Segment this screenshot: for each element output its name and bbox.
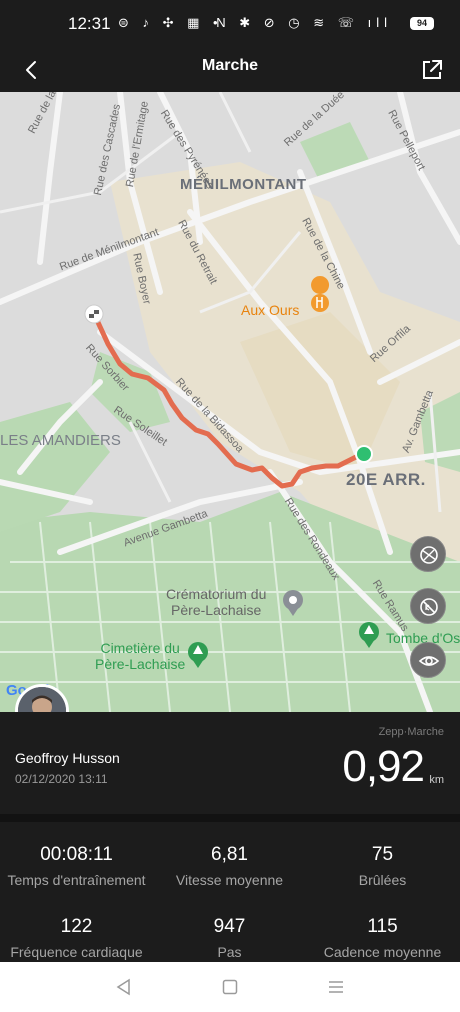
battery-icon: 94: [410, 17, 434, 30]
stat-value: 115: [367, 916, 398, 937]
activity-summary: Geoffroy Husson 02/12/2020 13:11 Zepp·Ma…: [0, 712, 460, 962]
stat-calories: 75 Brûlées: [306, 844, 459, 888]
status-bar: 12:31 ⊜ ♪ ✣ ▦ • N ✱ ⊘ ◷ ≋ ☏ ıll 94: [0, 0, 460, 48]
km-marker-off-icon: [420, 598, 438, 616]
view-toggle[interactable]: [410, 642, 446, 678]
stat-label: Temps d'entraînement: [7, 872, 146, 888]
share-icon: [423, 60, 442, 79]
stat-value: 00:08:11: [40, 844, 113, 865]
map-label-crematorium[interactable]: Crématorium du Père-Lachaise: [166, 586, 266, 618]
stat-steps: 947 Pas: [153, 916, 306, 960]
distance-unit: km: [429, 774, 444, 786]
stat-label: Pas: [217, 944, 242, 960]
stat-value: 947: [213, 916, 246, 937]
app-bar: Marche: [0, 48, 460, 92]
notification-icons: ⊜ ♪ ✣ ▦ •: [118, 15, 223, 30]
nav-home-button[interactable]: [220, 977, 240, 997]
nav-menu-button[interactable]: [326, 977, 346, 997]
user-name: Geoffroy Husson: [15, 750, 120, 766]
map-label-amandiers: LES AMANDIERS: [0, 432, 121, 449]
end-marker: [355, 445, 373, 463]
map-layer-button[interactable]: [410, 536, 446, 572]
eye-icon: [418, 656, 440, 666]
stat-cadence: 115 Cadence moyenne: [306, 916, 459, 960]
route-map[interactable]: MÉNILMONTANT LES AMANDIERS 20E ARR. Aux …: [0, 92, 460, 712]
page-title: Marche: [201, 57, 259, 74]
stat-duration: 00:08:11 Temps d'entraînement: [0, 844, 153, 888]
system-nav-bar: [0, 962, 460, 1012]
map-label-aux-ours[interactable]: Aux Ours: [241, 302, 299, 318]
section-divider: [0, 814, 460, 822]
map-label-cimetiere[interactable]: Cimetière du Père-Lachaise: [95, 640, 185, 672]
system-status-icons: N ✱ ⊘ ◷ ≋ ☏ ıll: [216, 15, 392, 30]
stat-label: Vitesse moyenne: [175, 872, 284, 888]
stat-heart-rate: 122 Fréquence cardiaque: [0, 916, 153, 960]
square-home-icon: [222, 979, 238, 995]
stat-speed: 6,81 Vitesse moyenne: [153, 844, 306, 888]
menu-icon: [329, 981, 343, 993]
nav-back-button[interactable]: [114, 977, 134, 997]
triangle-back-icon: [116, 978, 130, 996]
map-label-arrondissement: 20E ARR.: [346, 470, 426, 489]
stat-value: 122: [60, 916, 93, 937]
share-button[interactable]: [416, 54, 446, 86]
stat-value: 75: [371, 844, 394, 865]
stat-label: Brûlées: [358, 872, 407, 888]
stat-label: Cadence moyenne: [323, 944, 442, 960]
activity-date: 02/12/2020 13:11: [15, 772, 108, 786]
status-time: 12:31: [68, 14, 111, 33]
stat-label: Fréquence cardiaque: [10, 944, 143, 960]
km-markers-toggle[interactable]: [410, 588, 446, 624]
stat-value: 6,81: [211, 844, 248, 865]
activity-source: Zepp·Marche: [378, 726, 444, 738]
globe-icon: [420, 546, 438, 564]
distance-value: 0,92: [342, 742, 425, 791]
